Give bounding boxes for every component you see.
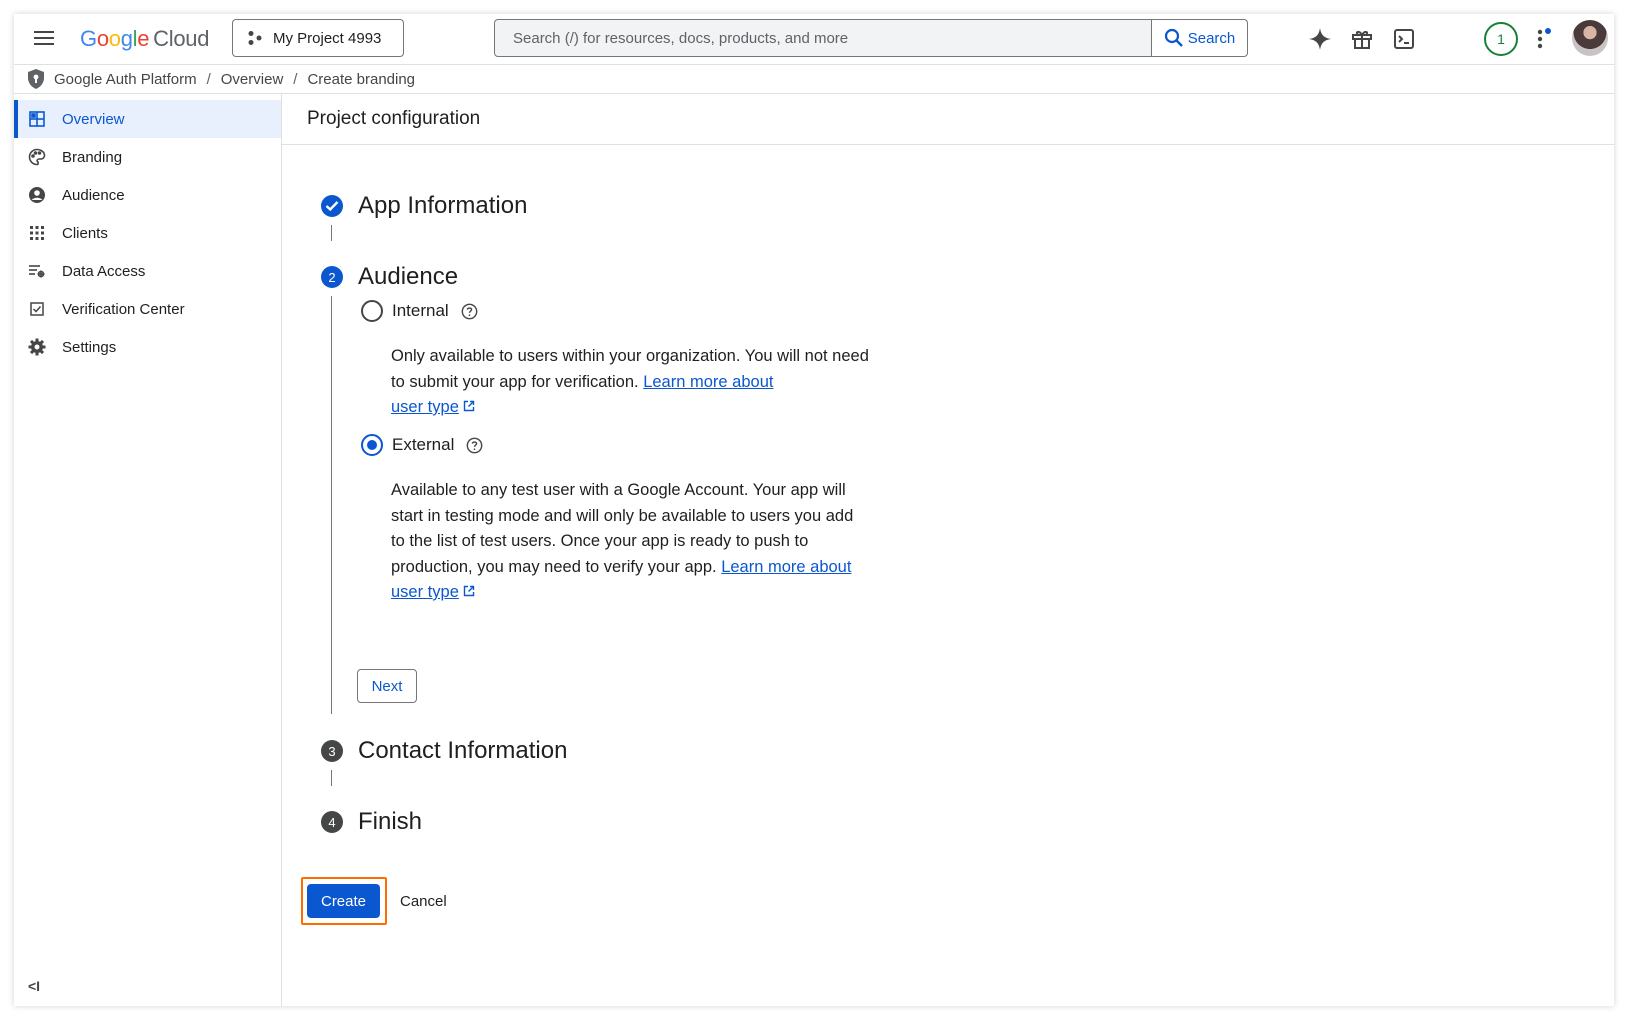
google-cloud-logo[interactable]: Google Cloud (80, 26, 209, 52)
gear-icon (28, 338, 46, 356)
radio-internal[interactable]: Internal (361, 300, 478, 322)
breadcrumb: Google Auth Platform / Overview / Create… (14, 64, 1614, 94)
top-bar: Google Cloud My Project 4993 Search (/) … (14, 14, 1614, 64)
search-bar: Search (494, 19, 1248, 57)
help-icon[interactable] (461, 303, 478, 320)
account-circle-icon (28, 186, 46, 204)
user-type-link[interactable]: user type (391, 398, 459, 416)
radio-label: External (392, 435, 455, 454)
step-contact-information: 3 Contact Information (321, 737, 567, 765)
breadcrumb-create-branding: Create branding (307, 70, 416, 88)
external-link-icon (464, 400, 475, 412)
step-title: Finish (358, 808, 423, 835)
breadcrumb-separator: / (206, 70, 211, 88)
main-menu-icon[interactable] (32, 27, 56, 51)
step-connector (331, 225, 332, 241)
gemini-spark-icon[interactable] (1306, 25, 1334, 53)
sidebar-item-data-access[interactable]: Data Access (14, 252, 281, 290)
radio-button-internal[interactable] (361, 300, 383, 322)
more-vert-icon[interactable] (1530, 25, 1558, 53)
step-title: Audience (358, 263, 459, 290)
search-icon (1164, 28, 1183, 47)
description-text: Only available to users within your orga… (391, 347, 869, 391)
radio-label: Internal (392, 301, 449, 320)
external-link-icon (464, 585, 475, 597)
radio-external[interactable]: External (361, 434, 483, 456)
step-app-information: App Information (321, 192, 527, 220)
app-window: Google Cloud My Project 4993 Search (/) … (14, 14, 1614, 1006)
sidebar-item-label: Overview (62, 110, 125, 128)
user-type-link[interactable]: user type (391, 583, 459, 601)
step-connector (331, 770, 332, 786)
next-button[interactable]: Next (357, 669, 417, 703)
collapse-sidebar-button[interactable]: <I (28, 978, 40, 994)
learn-more-link[interactable]: Learn more about (721, 558, 851, 576)
shield-icon (28, 69, 44, 89)
project-name: My Project 4993 (273, 29, 382, 47)
internal-description: Only available to users within your orga… (391, 344, 871, 421)
sidebar-item-audience[interactable]: Audience (14, 176, 281, 214)
notification-badge[interactable]: 1 (1484, 22, 1518, 56)
palette-icon (28, 148, 46, 166)
project-picker-button[interactable]: My Project 4993 (232, 19, 404, 57)
step-title: Contact Information (358, 737, 568, 764)
sidebar-item-label: Verification Center (62, 300, 185, 318)
step-number: 2 (321, 266, 343, 288)
sidebar-item-clients[interactable]: Clients (14, 214, 281, 252)
external-description: Available to any test user with a Google… (391, 478, 871, 606)
sidebar-item-label: Clients (62, 224, 108, 242)
step-finish: 4 Finish (321, 808, 422, 836)
checkbox-icon (28, 300, 46, 318)
sidebar-item-settings[interactable]: Settings (14, 328, 281, 366)
breadcrumb-auth-platform[interactable]: Google Auth Platform (54, 71, 197, 88)
step-connector (331, 296, 332, 714)
help-icon[interactable] (466, 437, 483, 454)
check-icon (321, 195, 343, 217)
page-title: Project configuration (282, 94, 1614, 145)
cancel-button[interactable]: Cancel (394, 884, 453, 918)
terminal-icon[interactable] (1390, 25, 1418, 53)
learn-more-link[interactable]: Learn more about (643, 373, 773, 391)
apps-grid-icon (28, 224, 46, 242)
search-button-label: Search (1187, 29, 1236, 47)
sidebar-item-label: Data Access (62, 262, 146, 280)
main-content: Project configuration App Information 2 … (282, 94, 1614, 1006)
step-number: 3 (321, 740, 343, 762)
create-button[interactable]: Create (307, 884, 380, 918)
account-avatar[interactable] (1572, 20, 1608, 56)
step-title: App Information (358, 192, 528, 219)
step-audience: 2 Audience (321, 263, 458, 291)
sidebar-item-verification-center[interactable]: Verification Center (14, 290, 281, 328)
sidebar-item-label: Settings (62, 338, 117, 356)
sidebar: Overview Branding Audience Clients Data … (14, 94, 282, 1006)
radio-button-external[interactable] (361, 434, 383, 456)
breadcrumb-overview[interactable]: Overview (221, 71, 284, 88)
sidebar-item-label: Branding (62, 148, 123, 166)
step-number: 4 (321, 811, 343, 833)
dashboard-icon (28, 110, 46, 128)
project-icon (248, 31, 262, 45)
breadcrumb-separator: / (293, 70, 298, 88)
search-button[interactable]: Search (1151, 20, 1247, 56)
data-settings-icon (28, 262, 46, 280)
gift-icon[interactable] (1348, 25, 1376, 53)
sidebar-item-label: Audience (62, 186, 125, 204)
sidebar-item-overview[interactable]: Overview (14, 100, 281, 138)
sidebar-item-branding[interactable]: Branding (14, 138, 281, 176)
search-input[interactable] (495, 20, 1151, 56)
